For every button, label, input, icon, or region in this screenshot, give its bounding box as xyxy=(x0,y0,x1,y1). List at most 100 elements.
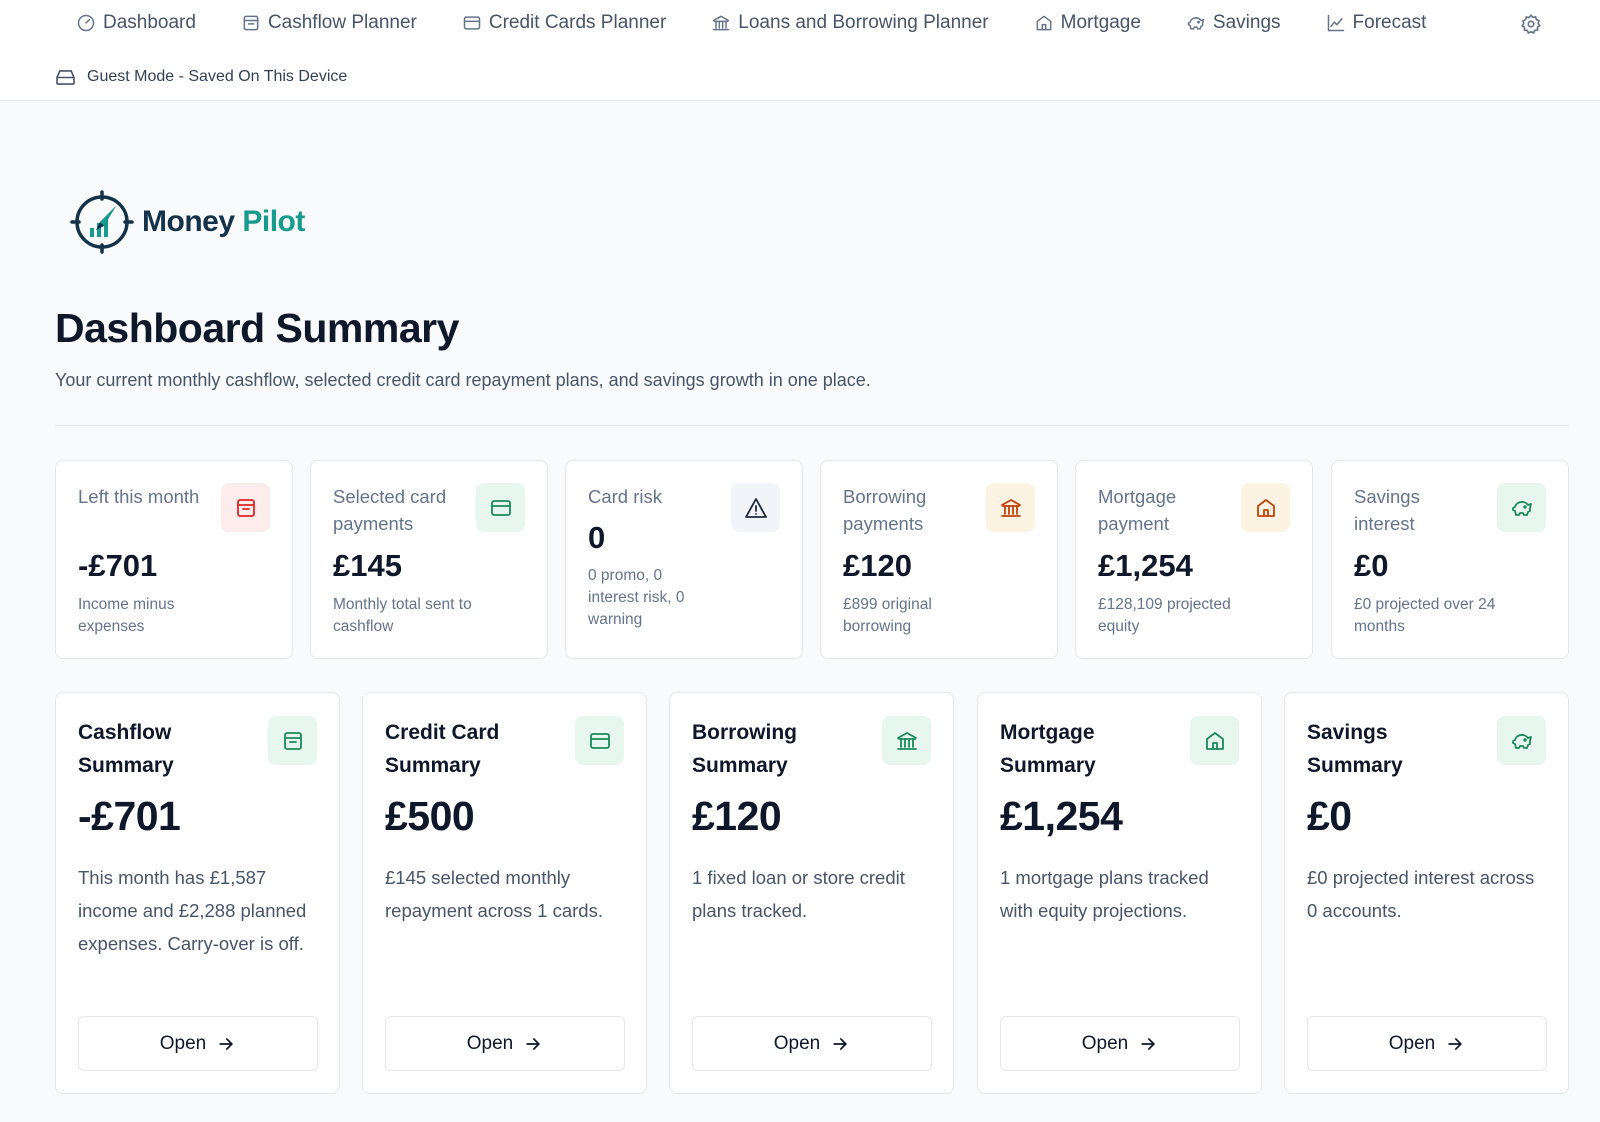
arrow-right-icon xyxy=(833,1037,847,1050)
open-borrowing-button[interactable]: Open xyxy=(692,1016,932,1071)
open-savings-button[interactable]: Open xyxy=(1307,1016,1547,1071)
stat-label: Selected card payments xyxy=(333,486,447,534)
stat-savings-interest: Savings interest £0 £0 projected over 24… xyxy=(1331,460,1569,659)
open-mortgage-button[interactable]: Open xyxy=(1000,1016,1240,1071)
logo-text-pilot: Pilot xyxy=(242,205,305,238)
open-cashflow-button[interactable]: Open xyxy=(78,1016,318,1071)
piggy-bank-icon xyxy=(1511,500,1532,516)
gear-icon xyxy=(1521,14,1541,34)
nav-mortgage[interactable]: Mortgage xyxy=(1034,12,1141,34)
cashflow-summary-card: Cashflow Summary -£701 This month has £1… xyxy=(55,692,340,1094)
stat-label: Borrowing payments xyxy=(843,486,927,534)
card-icon-box xyxy=(1190,716,1239,765)
nav-credit-cards-label: Credit Cards Planner xyxy=(488,12,667,33)
stat-value: £120 xyxy=(843,548,912,583)
card-icon-box xyxy=(268,716,317,765)
wallet-icon xyxy=(283,731,302,750)
card-value: £0 xyxy=(1307,793,1352,839)
borrowing-summary-card: Borrowing Summary £120 1 fixed loan or s… xyxy=(669,692,954,1094)
stat-value: -£701 xyxy=(78,548,158,583)
stat-label: Mortgage payment xyxy=(1098,486,1177,534)
nav-savings[interactable]: Savings xyxy=(1186,12,1281,34)
open-button-label: Open xyxy=(1081,1032,1129,1054)
stat-value: 0 xyxy=(588,520,606,555)
credit-card-icon xyxy=(490,499,511,516)
stat-card-risk: Card risk 0 0 promo, 0 interest risk, 0 … xyxy=(565,460,803,659)
piggy-bank-icon xyxy=(1187,17,1205,30)
card-description: 1 mortgage plans tracked with equity pro… xyxy=(1000,867,1209,921)
settings-button[interactable] xyxy=(1520,13,1542,35)
stat-note: Monthly total sent to cashflow xyxy=(333,596,472,635)
piggy-bank-icon xyxy=(1511,733,1532,749)
main-nav: Dashboard Cashflow Planner Credit Cards … xyxy=(76,8,1471,38)
card-value: -£701 xyxy=(78,793,181,839)
card-description: £0 projected interest across 0 accounts. xyxy=(1307,867,1535,921)
house-icon xyxy=(1205,731,1224,750)
stat-note: £0 projected over 24 months xyxy=(1354,596,1496,635)
wallet-icon xyxy=(236,498,255,517)
wallet-icon xyxy=(243,15,259,31)
arrow-right-icon xyxy=(1141,1037,1155,1050)
card-title: Savings Summary xyxy=(1307,721,1403,777)
open-button-label: Open xyxy=(466,1032,514,1054)
line-chart-icon xyxy=(1327,14,1344,32)
stat-icon-box xyxy=(731,483,780,532)
bank-icon xyxy=(896,731,917,750)
stat-icon-box xyxy=(1241,483,1290,532)
card-description: This month has £1,587 income and £2,288 … xyxy=(78,867,307,954)
gauge-icon xyxy=(77,14,95,32)
card-description: £145 selected monthly repayment across 1… xyxy=(385,867,603,921)
open-button-label: Open xyxy=(159,1032,207,1054)
card-icon-box xyxy=(1497,716,1546,765)
stat-note: £128,109 projected equity xyxy=(1098,596,1231,635)
card-title: Mortgage Summary xyxy=(1000,721,1096,777)
logo-wordmark: Money Pilot xyxy=(142,205,305,239)
stat-icon-box xyxy=(1497,483,1546,532)
stat-label: Left this month xyxy=(78,486,200,507)
open-credit-cards-button[interactable]: Open xyxy=(385,1016,625,1071)
stat-note: £899 original borrowing xyxy=(843,596,932,635)
card-title: Borrowing Summary xyxy=(692,721,797,777)
house-icon xyxy=(1256,498,1275,517)
arrow-right-icon xyxy=(219,1037,233,1050)
nav-cashflow-label: Cashflow Planner xyxy=(267,12,417,33)
nav-forecast[interactable]: Forecast xyxy=(1326,12,1427,34)
page-subtitle: Your current monthly cashflow, selected … xyxy=(55,370,871,390)
guest-mode-label: Guest Mode - Saved On This Device xyxy=(87,68,348,85)
page-title: Dashboard Summary xyxy=(55,305,459,351)
nav-loans-planner[interactable]: Loans and Borrowing Planner xyxy=(711,12,989,34)
card-value: £120 xyxy=(692,793,782,839)
nav-forecast-label: Forecast xyxy=(1352,12,1427,33)
stat-selected-card-payments: Selected card payments £145 Monthly tota… xyxy=(310,460,548,659)
compass-logo-icon xyxy=(70,190,134,254)
credit-card-icon xyxy=(589,732,610,749)
stat-icon-box xyxy=(221,483,270,532)
credit-card-summary-card: Credit Card Summary £500 £145 selected m… xyxy=(362,692,647,1094)
stat-value: £0 xyxy=(1354,548,1389,583)
nav-dashboard-label: Dashboard xyxy=(103,12,196,33)
logo-text-money: Money xyxy=(142,205,235,238)
card-icon-box xyxy=(575,716,624,765)
nav-dashboard[interactable]: Dashboard xyxy=(76,12,196,34)
card-title: Cashflow Summary xyxy=(78,721,174,777)
guest-mode-indicator: Guest Mode - Saved On This Device xyxy=(55,68,347,86)
nav-cashflow-planner[interactable]: Cashflow Planner xyxy=(241,12,417,34)
nav-savings-label: Savings xyxy=(1212,12,1281,33)
card-description: 1 fixed loan or store credit plans track… xyxy=(692,867,905,921)
nav-credit-cards-planner[interactable]: Credit Cards Planner xyxy=(462,12,666,34)
mortgage-summary-card: Mortgage Summary £1,254 1 mortgage plans… xyxy=(977,692,1262,1094)
card-value: £1,254 xyxy=(1000,793,1123,839)
arrow-right-icon xyxy=(526,1037,540,1050)
divider xyxy=(55,425,1569,426)
bank-icon xyxy=(713,15,730,31)
savings-summary-card: Savings Summary £0 £0 projected interest… xyxy=(1284,692,1569,1094)
money-pilot-logo: Money Pilot xyxy=(70,190,305,254)
stat-left-this-month: Left this month -£701 Income minus expen… xyxy=(55,460,293,659)
stat-note: 0 promo, 0 interest risk, 0 warning xyxy=(588,567,685,628)
nav-loans-label: Loans and Borrowing Planner xyxy=(738,12,989,33)
stat-label: Card risk xyxy=(588,486,663,507)
credit-card-icon xyxy=(463,16,481,30)
open-button-label: Open xyxy=(773,1032,821,1054)
stat-icon-box xyxy=(986,483,1035,532)
card-title: Credit Card Summary xyxy=(385,721,500,777)
